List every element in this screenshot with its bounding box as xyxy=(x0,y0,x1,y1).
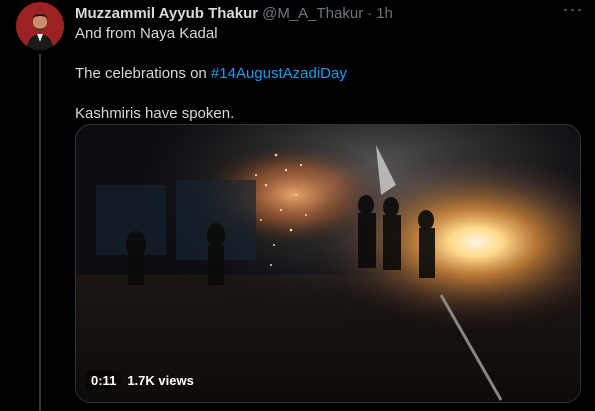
tweet-header: Muzzammil Ayyub Thakur @M_A_Thakur · 1h xyxy=(75,3,393,23)
tweet-line-1: And from Naya Kadal xyxy=(75,25,218,42)
timestamp[interactable]: 1h xyxy=(376,5,393,22)
avatar[interactable] xyxy=(16,2,64,50)
hashtag-link[interactable]: #14AugustAzadiDay xyxy=(211,65,347,82)
video-overlay: 0:11 1.7K views xyxy=(86,368,194,392)
video-thumbnail xyxy=(76,125,580,402)
video-views: 1.7K views xyxy=(127,372,194,388)
tweet-text: And from Naya Kadal The celebrations on … xyxy=(75,24,575,124)
video-player[interactable]: 0:11 1.7K views xyxy=(75,124,581,403)
tweet-line-3: Kashmiris have spoken. xyxy=(75,105,235,122)
author-name[interactable]: Muzzammil Ayyub Thakur xyxy=(75,5,258,22)
avatar-portrait xyxy=(16,2,64,50)
author-handle[interactable]: @M_A_Thakur xyxy=(262,5,363,22)
separator-dot: · xyxy=(367,4,373,22)
tweet-line-2-prefix: The celebrations on xyxy=(75,65,211,82)
thread-line xyxy=(39,54,41,411)
tweet-line-2: The celebrations on #14AugustAzadiDay xyxy=(75,64,575,84)
video-duration: 0:11 xyxy=(86,370,122,390)
more-horizontal-icon[interactable]: ··· xyxy=(561,0,585,22)
tweet[interactable]: Muzzammil Ayyub Thakur @M_A_Thakur · 1h … xyxy=(0,0,595,411)
